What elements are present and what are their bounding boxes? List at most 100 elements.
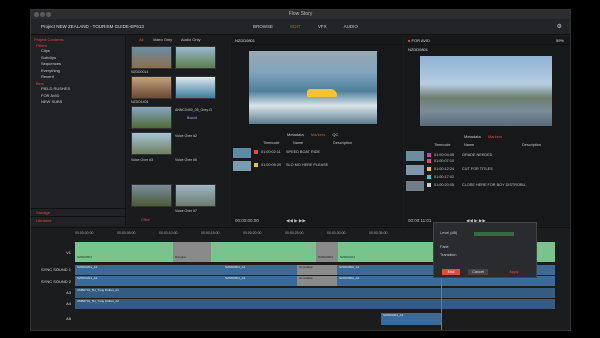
mode-audio[interactable]: AUDIO <box>344 24 358 29</box>
marker-name: SLO MO HERE PLEASE <box>286 163 329 167</box>
marker-timecode: 01:00:20:05 <box>434 183 455 187</box>
video-clip[interactable] <box>211 242 316 262</box>
marker-thumbnail <box>233 148 251 158</box>
apply-button[interactable]: Apply <box>502 269 526 275</box>
zoom-dot[interactable] <box>46 12 51 17</box>
settings-icon[interactable]: ⚙ <box>557 24 562 30</box>
bin-thumbnail[interactable] <box>131 132 172 155</box>
play-icon[interactable]: ▶ <box>294 218 297 223</box>
bin-item-label: N2DD0014 <box>131 70 149 74</box>
window-title: Flow Story <box>288 11 313 17</box>
bin-thumbnail[interactable] <box>175 76 216 99</box>
zoom-level[interactable]: 59% <box>556 36 564 45</box>
tab-markers[interactable]: Markers <box>488 134 502 139</box>
column-header[interactable]: Timecode <box>434 143 451 147</box>
bin-thumbnail[interactable] <box>131 106 172 129</box>
tab-markers[interactable]: Markers <box>311 132 325 137</box>
bin-new-subs[interactable]: NEW SUBS <box>31 99 125 106</box>
libraries-section[interactable]: Libraries <box>31 216 126 224</box>
column-header[interactable]: Description <box>522 143 541 147</box>
filter-subclips[interactable]: Subclips <box>31 55 125 62</box>
video-clip[interactable]: NZDD0801 <box>75 242 173 262</box>
tab-metadata[interactable]: Metadata <box>464 134 481 139</box>
marker-timecode: 01:00:07:10 <box>434 159 455 163</box>
mode-edit[interactable]: EDIT <box>290 24 300 29</box>
record-markers-table: Timecode Name Description 01:00:04:05 GR… <box>404 142 570 202</box>
mode-vfx[interactable]: VFX <box>318 24 327 29</box>
project-name[interactable]: Project NEW ZEALAND - TOURISM GUIDE-EP61… <box>41 24 144 29</box>
bin-thumbnail[interactable] <box>131 46 172 69</box>
table-row[interactable]: 01:00:05:20 SLO MO HERE PLEASE <box>231 160 403 172</box>
tab-metadata[interactable]: Metadata <box>287 132 304 137</box>
track-label-a4[interactable]: A4 <box>35 301 71 306</box>
ruler-tick-label: 00:00:30:00 <box>327 231 346 235</box>
tab-all[interactable]: All <box>139 37 143 42</box>
transition-clip[interactable]: Dissolve <box>173 242 211 262</box>
audio-clip[interactable]: AMB0701_5H_Tung Dulbet_A1 <box>75 288 555 298</box>
ruler-tick-label: 00:00:00:00 <box>75 231 94 235</box>
project-sidebar: Project Contents Filters Clips Subclips … <box>31 36 126 226</box>
track-label-a3[interactable]: A3 <box>35 290 71 295</box>
source-clip-name: NZDD0801 <box>231 36 403 45</box>
marker-name: CLOSE HERE FOR BOY DISTROBU.. <box>462 183 528 187</box>
record-viewer: ■ FOR AVID 59% NZDD0801 Metadata Markers… <box>404 36 570 226</box>
bin-thumbnail[interactable] <box>131 184 172 207</box>
table-row[interactable]: 01:00:02:11 SPEED BOAT RIDE <box>231 147 403 159</box>
bin-thumbnail[interactable] <box>131 76 172 99</box>
bin-item-label: Voice Over #7 <box>175 209 197 213</box>
track-label-sync2[interactable]: SYNC SOUND 2 <box>35 279 71 284</box>
crossfade-clip[interactable]: Crossfade <box>297 276 337 286</box>
forward-icon[interactable]: ▶▶ <box>299 218 306 223</box>
marker-name: SPEED BOAT RIDE <box>286 150 321 154</box>
audio-clip[interactable]: NZDD0801_A2 <box>223 276 297 286</box>
end-button[interactable]: End <box>442 269 460 275</box>
transition-clip[interactable]: NZDD0802 <box>316 242 338 262</box>
ruler-tick-label: 00:00:10:00 <box>159 231 178 235</box>
storage-section[interactable]: Storage <box>31 208 126 216</box>
record-clip-name: NZDD0801 <box>408 47 429 52</box>
audio-clip[interactable]: AMB0701_5H_Tung Dulbet_A2 <box>75 299 555 309</box>
bin-field-rushes[interactable]: FIELD RUSHES <box>31 86 125 93</box>
marker-color-swatch <box>254 150 258 154</box>
minimize-dot[interactable] <box>40 12 45 17</box>
record-video-frame[interactable] <box>420 56 552 126</box>
tab-audio-only[interactable]: Audio Only <box>181 37 201 42</box>
audio-clip[interactable]: NZDD0201_A2 <box>75 276 223 286</box>
table-row[interactable]: 01:00:20:05 CLOSE HERE FOR BOY DISTROBU.… <box>404 180 570 192</box>
crossfade-clip[interactable]: Crossfade <box>297 265 337 275</box>
tab-video-only[interactable]: Video Only <box>153 37 173 42</box>
cancel-button[interactable]: Cancel <box>468 269 488 275</box>
track-label-sync1[interactable]: SYNC SOUND 1 <box>35 267 71 272</box>
tab-qc[interactable]: QC <box>332 132 338 137</box>
track-label-a5[interactable]: A5 <box>35 316 71 321</box>
column-header[interactable]: Description <box>333 141 352 145</box>
audio-clip[interactable]: NZDD0801_A1 <box>223 265 297 275</box>
level-meter[interactable] <box>474 232 514 236</box>
source-video-frame[interactable] <box>249 51 377 124</box>
media-bin: All Video Only Audio Only N2DD0014 NZDD1… <box>127 36 230 226</box>
source-viewer: NZDD0801 Metadata Markers QC Timecode Na… <box>231 36 403 226</box>
bin-item-label: ANNC0490_05_Grey-G <box>175 108 212 112</box>
filter-everything[interactable]: Everything <box>31 68 125 75</box>
filter-recent[interactable]: Recent <box>31 74 125 81</box>
column-header[interactable]: Timecode <box>263 141 280 145</box>
mode-browse[interactable]: BROWSE <box>253 24 273 29</box>
column-header[interactable]: Name <box>464 143 474 147</box>
close-dot[interactable] <box>34 12 39 17</box>
bin-for-avid[interactable]: FOR AVID <box>31 93 125 100</box>
rewind-icon[interactable]: ◀◀ <box>286 218 293 223</box>
bin-thumbnail[interactable] <box>175 46 216 69</box>
marker-color-swatch <box>427 167 431 171</box>
column-header[interactable]: Name <box>293 141 303 145</box>
marker-thumbnail <box>233 161 251 171</box>
marker-thumbnail <box>406 181 424 191</box>
filter-clips[interactable]: Clips <box>31 48 125 55</box>
record-viewer-header: ■ FOR AVID 59% <box>404 36 570 45</box>
bin-thumbnail[interactable] <box>175 184 216 207</box>
audio-clip[interactable]: NZDD0201_A1 <box>75 265 223 275</box>
popup-row: Fade <box>440 245 449 249</box>
audio-clip[interactable]: NZDD0001_A1 <box>381 313 441 325</box>
track-label-v1[interactable]: V1 <box>35 250 71 255</box>
filter-sequences[interactable]: Sequences <box>31 61 125 68</box>
mode-switcher: BROWSE EDIT VFX AUDIO <box>253 24 374 29</box>
